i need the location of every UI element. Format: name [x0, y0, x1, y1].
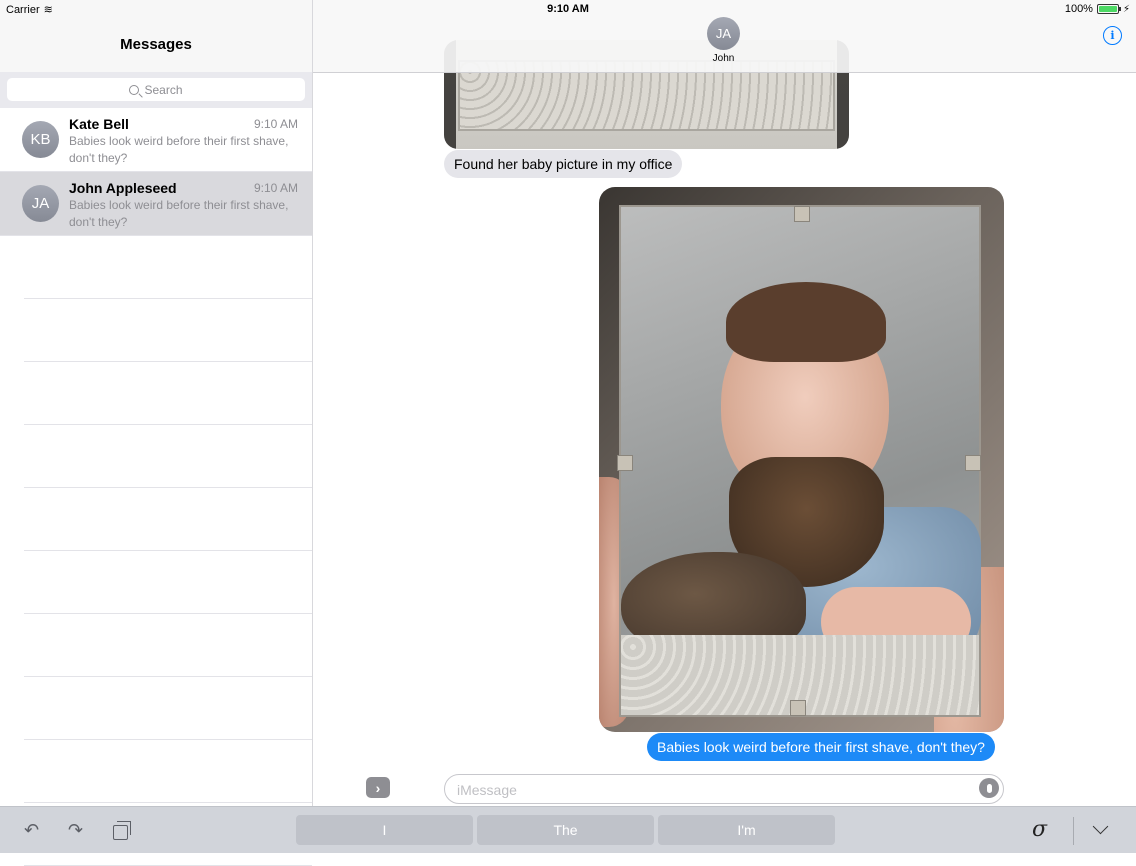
- empty-list-row: [24, 551, 312, 614]
- contact-name[interactable]: John: [693, 53, 754, 64]
- empty-list-row: [24, 362, 312, 425]
- photo-frame-clip: [965, 455, 981, 471]
- empty-list-row: [24, 740, 312, 803]
- received-message-bubble[interactable]: Found her baby picture in my office: [444, 150, 683, 178]
- photo-frame-clip: [794, 206, 810, 222]
- empty-list-row: [24, 677, 312, 740]
- conversation-list: KB Kate Bell 9:10 AM Babies look weird b…: [0, 108, 312, 866]
- charging-bolt-icon: ⚡: [1122, 3, 1130, 15]
- battery-icon: [1096, 4, 1121, 14]
- conversation-preview: Babies look weird before their first sha…: [69, 134, 289, 165]
- expand-apps-button[interactable]: ›: [366, 777, 390, 798]
- status-time: 9:10 AM: [547, 3, 589, 15]
- empty-list-row: [24, 425, 312, 488]
- microphone-icon[interactable]: [979, 778, 999, 798]
- conversation-item-john-appleseed[interactable]: JA John Appleseed 9:10 AM Babies look we…: [0, 172, 312, 236]
- battery-percent: 100%: [1064, 3, 1093, 15]
- conversation-sidebar: Messages Search KB Kate Bell 9:10 AM Bab…: [0, 0, 313, 866]
- empty-list-row: [24, 488, 312, 551]
- avatar: KB: [22, 121, 59, 158]
- empty-list-row: [24, 299, 312, 362]
- avatar: JA: [22, 185, 59, 222]
- redo-icon[interactable]: ↷: [68, 821, 83, 839]
- conversation-time: 9:10 AM: [253, 117, 298, 131]
- sidebar-title: Messages: [120, 36, 192, 53]
- sent-message-bubble[interactable]: Babies look weird before their first sha…: [647, 733, 995, 761]
- search-icon: [129, 84, 140, 95]
- keyboard-shortcut-bar: ↶ ↷ I The I'm σ: [0, 806, 1136, 853]
- conversation-name: John Appleseed: [69, 180, 177, 196]
- contact-avatar[interactable]: JA: [707, 17, 740, 50]
- conversation-item-kate-bell[interactable]: KB Kate Bell 9:10 AM Babies look weird b…: [0, 108, 312, 172]
- battery-indicator: 100% ⚡: [1065, 3, 1130, 15]
- message-input[interactable]: [455, 778, 959, 801]
- search-placeholder: Search: [144, 82, 183, 97]
- paste-icon[interactable]: [113, 821, 131, 840]
- photo-baby-hair: [726, 282, 886, 362]
- conversation-time: 9:10 AM: [253, 181, 298, 195]
- conversation-name: Kate Bell: [69, 116, 129, 132]
- search-bar: Search: [0, 72, 312, 108]
- suggestion-2[interactable]: The: [477, 815, 654, 845]
- search-input[interactable]: Search: [7, 78, 305, 101]
- photo-frame-clip: [617, 455, 633, 471]
- photo-frame-clip: [790, 700, 806, 716]
- status-bar: Carrier ≋ 9:10 AM 100% ⚡: [0, 0, 1136, 18]
- sent-photo-message[interactable]: [599, 187, 1004, 732]
- suggestion-1[interactable]: I: [296, 815, 473, 845]
- handwriting-icon[interactable]: σ: [1032, 817, 1047, 842]
- suggestion-3[interactable]: I'm: [658, 815, 835, 845]
- conversation-preview: Babies look weird before their first sha…: [69, 198, 289, 229]
- empty-list-row: [24, 236, 312, 299]
- dismiss-keyboard-icon[interactable]: [1092, 818, 1109, 835]
- photo-picture-frame: [619, 205, 981, 717]
- message-composer: [444, 774, 1004, 804]
- empty-list-row: [24, 614, 312, 677]
- info-icon[interactable]: i: [1103, 26, 1122, 45]
- toolbar-divider: [1073, 817, 1074, 845]
- undo-icon[interactable]: ↶: [24, 821, 39, 839]
